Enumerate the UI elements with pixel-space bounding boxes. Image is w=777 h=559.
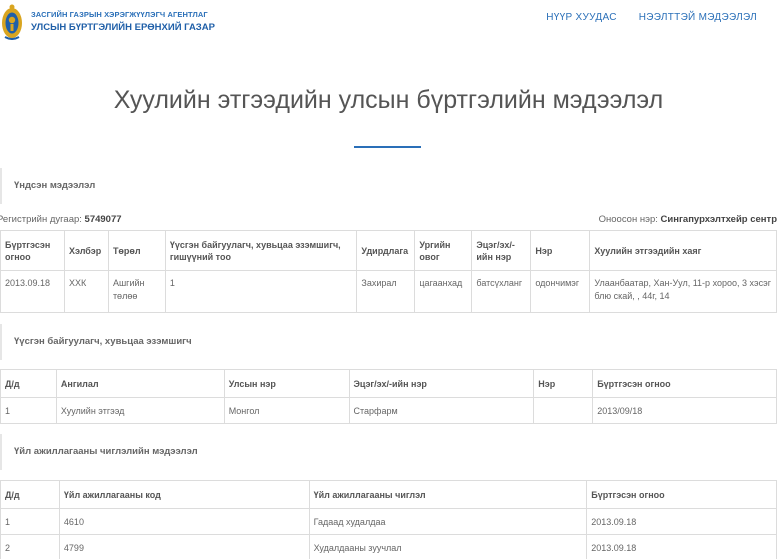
section-bar xyxy=(0,168,2,204)
basic-info-table: Бүртгэсэн огноо Хэлбэр Төрөл Үүсгэн байг… xyxy=(0,230,777,313)
section-activities: Үйл ажиллагааны чиглэлийн мэдээлэл xyxy=(0,434,777,470)
table-cell: Монгол xyxy=(223,397,350,424)
col-header: Үйл ажиллагааны код xyxy=(58,480,310,509)
table-cell: Худалдааны зуучлал xyxy=(308,534,588,559)
table-cell: Улаанбаатар, Хан-Уул, 11-р хороо, 3 хэсэ… xyxy=(589,270,777,313)
col-header: Нэр xyxy=(530,230,591,271)
table-cell: цагаанхад xyxy=(414,270,473,313)
table-cell: ХХК xyxy=(63,270,109,313)
col-header: Нэр xyxy=(533,369,594,398)
col-header: Үйл ажиллагааны чиглэл xyxy=(308,480,588,509)
table-cell: одончимэг xyxy=(530,270,591,313)
title-underline xyxy=(354,146,421,148)
section-title: Үйл ажиллагааны чиглэлийн мэдээлэл xyxy=(14,446,198,457)
table-cell: Старфарм xyxy=(348,397,535,424)
nav-open-data-link[interactable]: НЭЭЛТТЭЙ МЭДЭЭЛЭЛ xyxy=(639,12,757,23)
col-header: Төрөл xyxy=(107,230,166,271)
table-cell: Гадаад худалдаа xyxy=(308,508,588,535)
nav-home-link[interactable]: НҮҮР ХУУДАС xyxy=(546,12,616,23)
col-header: Улсын нэр xyxy=(223,369,350,398)
col-header: Эцэг/эх/-ийн нэр xyxy=(471,230,532,271)
col-header: Эцэг/эх/-ийн нэр xyxy=(348,369,535,398)
table-cell: 2013/09/18 xyxy=(592,397,777,424)
table-cell: 2 xyxy=(0,534,60,559)
table-header-row: Бүртгэсэн огноо Хэлбэр Төрөл Үүсгэн байг… xyxy=(0,230,777,271)
top-nav: НҮҮР ХУУДАС НЭЭЛТТЭЙ МЭДЭЭЛЭЛ xyxy=(546,12,757,23)
table-cell: 2013.09.18 xyxy=(586,508,777,535)
col-header: Үүсгэн байгуулагч, хувьцаа эзэмшигч, гиш… xyxy=(164,230,358,271)
table-cell: батсүхланг xyxy=(471,270,532,313)
table-cell: Захирал xyxy=(356,270,416,313)
table-cell: 4610 xyxy=(58,508,310,535)
col-header: Удирдлага xyxy=(356,230,416,271)
table-cell: 2013.09.18 xyxy=(0,270,65,313)
col-header: Бүртгэсэн огноо xyxy=(586,480,777,509)
table-row: 1 4610 Гадаад худалдаа 2013.09.18 xyxy=(0,508,777,535)
entity-name-value: Сингапурхэлтхейр сентр xyxy=(660,214,777,225)
org-name-line1: ЗАСГИЙН ГАЗРЫН ХЭРЭГЖҮҮЛЭГЧ АГЕНТЛАГ xyxy=(31,10,208,19)
section-title: Үүсгэн байгуулагч, хувьцаа эзэмшигч xyxy=(14,336,192,347)
table-cell: 1 xyxy=(164,270,358,313)
registration-number: Регистрийн дугаар: 5749077 xyxy=(0,214,122,225)
table-cell xyxy=(533,397,594,424)
col-header: Ангилал xyxy=(55,369,225,398)
org-name[interactable]: ЗАСГИЙН ГАЗРЫН ХЭРЭГЖҮҮЛЭГЧ АГЕНТЛАГ УЛС… xyxy=(31,10,215,33)
col-header: Хэлбэр xyxy=(63,230,109,271)
section-bar xyxy=(0,324,2,360)
table-row: 2 4799 Худалдааны зуучлал 2013.09.18 xyxy=(0,534,777,559)
col-header: Ургийн овог xyxy=(414,230,473,271)
entity-name-label: Оноосон нэр: xyxy=(598,214,658,225)
table-header-row: Д/д Үйл ажиллагааны код Үйл ажиллагааны … xyxy=(0,480,777,509)
col-header: Бүртгэсэн огноо xyxy=(0,230,65,271)
section-basic-info: Үндсэн мэдээлэл xyxy=(0,168,777,204)
page-title: Хуулийн этгээдийн улсын бүртгэлийн мэдээ… xyxy=(113,86,664,114)
col-header: Д/д xyxy=(0,480,60,509)
registration-number-label: Регистрийн дугаар: xyxy=(0,214,82,225)
table-header-row: Д/д Ангилал Улсын нэр Эцэг/эх/-ийн нэр Н… xyxy=(0,369,777,398)
entity-name: Оноосон нэр: Сингапурхэлтхейр сентр xyxy=(599,214,777,225)
col-header: Д/д xyxy=(0,369,57,398)
state-emblem-icon[interactable] xyxy=(1,3,23,40)
table-cell: 4799 xyxy=(58,534,310,559)
section-founders: Үүсгэн байгуулагч, хувьцаа эзэмшигч xyxy=(0,324,777,360)
col-header: Бүртгэсэн огноо xyxy=(592,369,777,398)
table-row: 2013.09.18 ХХК Ашгийн төлөө 1 Захирал ца… xyxy=(0,270,777,313)
registration-meta: Регистрийн дугаар: 5749077 Оноосон нэр: … xyxy=(0,214,777,228)
org-name-line2: УЛСЫН БҮРТГЭЛИЙН ЕРӨНХИЙ ГАЗАР xyxy=(31,22,215,33)
section-title: Үндсэн мэдээлэл xyxy=(14,180,96,191)
founders-table: Д/д Ангилал Улсын нэр Эцэг/эх/-ийн нэр Н… xyxy=(0,369,777,424)
activities-table: Д/д Үйл ажиллагааны код Үйл ажиллагааны … xyxy=(0,480,777,559)
site-header: ЗАСГИЙН ГАЗРЫН ХЭРЭГЖҮҮЛЭГЧ АГЕНТЛАГ УЛС… xyxy=(0,0,777,42)
table-cell: Ашгийн төлөө xyxy=(107,270,166,313)
table-cell: 1 xyxy=(0,397,57,424)
table-cell: Хуулийн этгээд xyxy=(55,397,225,424)
section-bar xyxy=(0,434,2,470)
table-cell: 1 xyxy=(0,508,60,535)
table-cell: 2013.09.18 xyxy=(586,534,777,559)
registration-number-value: 5749077 xyxy=(84,214,122,225)
col-header: Хуулийн этгээдийн хаяг xyxy=(589,230,777,271)
table-row: 1 Хуулийн этгээд Монгол Старфарм 2013/09… xyxy=(0,397,777,424)
